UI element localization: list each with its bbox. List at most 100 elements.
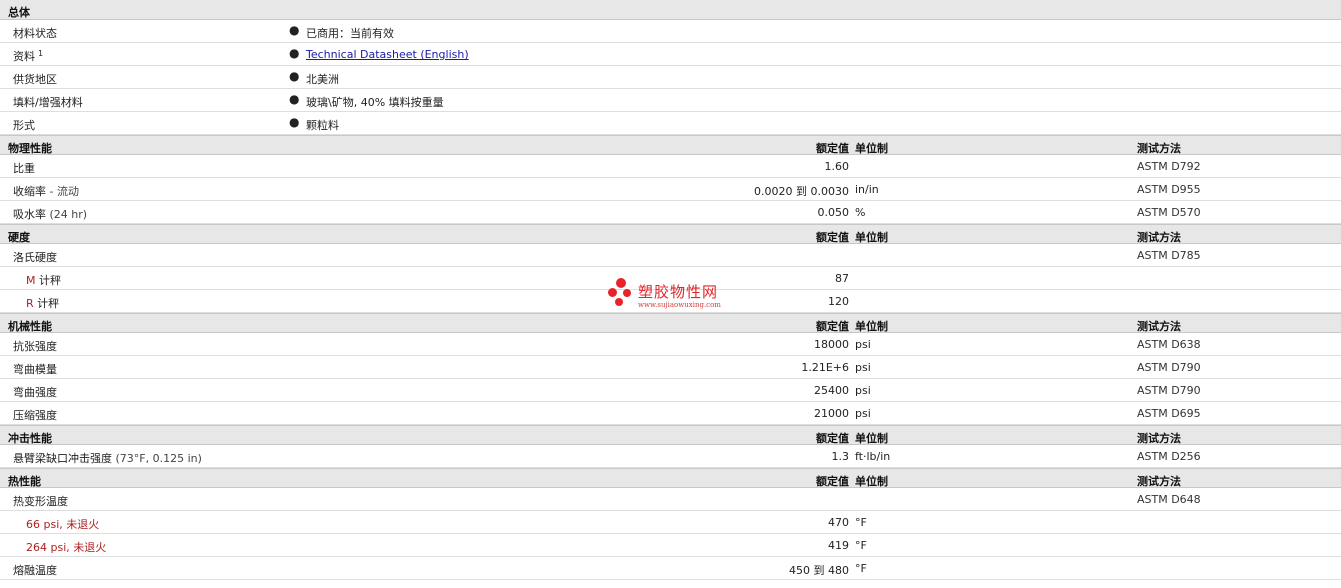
- section-header-mechanical: 机械性能 额定值 单位制 测试方法: [0, 313, 1341, 333]
- property-label: 悬臂梁缺口冲击强度 (73°F, 0.125 in): [13, 452, 202, 465]
- property-sublabel: R 计秤: [26, 297, 60, 310]
- property-label: 洛氏硬度: [13, 251, 57, 264]
- section-header-hardness: 硬度 额定值 单位制 测试方法: [0, 224, 1341, 244]
- section-title: 热性能: [8, 475, 41, 488]
- test-method: ASTM D570: [1137, 206, 1201, 219]
- property-label: 抗张强度: [13, 340, 57, 353]
- property-label: 资料 1: [13, 49, 44, 63]
- table-row: 264 psi, 未退火 419 °F: [0, 534, 1341, 557]
- column-header-test: 测试方法: [1137, 475, 1181, 488]
- property-label: 供货地区: [13, 73, 57, 86]
- property-unit: psi: [855, 384, 871, 397]
- column-header-value: 额定值: [816, 142, 849, 155]
- property-label: 形式: [13, 119, 35, 132]
- property-value: 颗粒料: [306, 119, 339, 132]
- table-row: 悬臂梁缺口冲击强度 (73°F, 0.125 in) 1.3 ft·lb/in …: [0, 445, 1341, 468]
- table-row: 材料状态 ● 已商用：当前有效: [0, 20, 1341, 43]
- section-title: 物理性能: [8, 142, 52, 155]
- property-sublabel: 264 psi, 未退火: [26, 541, 107, 554]
- column-header-unit: 单位制: [855, 432, 888, 445]
- table-row: 弯曲模量 1.21E+6 psi ASTM D790: [0, 356, 1341, 379]
- column-header-test: 测试方法: [1137, 320, 1181, 333]
- property-value: 87: [835, 272, 849, 285]
- section-title: 机械性能: [8, 320, 52, 333]
- column-header-unit: 单位制: [855, 142, 888, 155]
- watermark-logo: 塑胶物性网 www.sujiaowuxing.com: [606, 276, 746, 316]
- test-method: ASTM D648: [1137, 493, 1201, 506]
- property-value: 北美洲: [306, 73, 339, 86]
- test-method: ASTM D695: [1137, 407, 1201, 420]
- bullet-icon: ●: [289, 46, 300, 60]
- table-row: 比重 1.60 ASTM D792: [0, 155, 1341, 178]
- property-sublabel: M 计秤: [26, 274, 61, 287]
- property-value: 0.0020 到 0.0030: [754, 185, 849, 198]
- column-header-value: 额定值: [816, 475, 849, 488]
- table-row: 资料 1 ● Technical Datasheet (English): [0, 43, 1341, 66]
- property-label: 热变形温度: [13, 495, 68, 508]
- test-method: ASTM D785: [1137, 249, 1201, 262]
- logo-dot-icon: [623, 289, 631, 297]
- property-value: 1.21E+6: [801, 361, 849, 374]
- section-header-physical: 物理性能 额定值 单位制 测试方法: [0, 135, 1341, 155]
- property-label: 比重: [13, 162, 35, 175]
- test-method: ASTM D256: [1137, 450, 1201, 463]
- column-header-unit: 单位制: [855, 231, 888, 244]
- property-unit: psi: [855, 407, 871, 420]
- table-row: 吸水率 (24 hr) 0.050 % ASTM D570: [0, 201, 1341, 224]
- section-title: 总体: [8, 6, 30, 19]
- property-unit: %: [855, 206, 866, 219]
- test-method: ASTM D638: [1137, 338, 1201, 351]
- table-row: 形式 ● 颗粒料: [0, 112, 1341, 135]
- property-unit: psi: [855, 338, 871, 351]
- table-row: 洛氏硬度 ASTM D785: [0, 244, 1341, 267]
- property-value: 25400: [814, 384, 849, 397]
- property-unit: °F: [855, 562, 867, 575]
- table-row: 供货地区 ● 北美洲: [0, 66, 1341, 89]
- property-unit: in/in: [855, 183, 879, 196]
- table-row: 压缩强度 21000 psi ASTM D695: [0, 402, 1341, 425]
- column-header-test: 测试方法: [1137, 432, 1181, 445]
- table-row: 熔融温度 450 到 480 °F: [0, 557, 1341, 580]
- property-label: 填料/增强材料: [13, 96, 83, 109]
- property-value: 120: [828, 295, 849, 308]
- watermark-name: 塑胶物性网: [638, 283, 719, 301]
- bullet-icon: ●: [289, 69, 300, 83]
- property-value: 1.60: [824, 160, 850, 173]
- test-method: ASTM D790: [1137, 384, 1201, 397]
- property-value: 450 到 480: [789, 564, 849, 577]
- property-unit: psi: [855, 361, 871, 374]
- test-method: ASTM D792: [1137, 160, 1201, 173]
- property-sublabel: 66 psi, 未退火: [26, 518, 100, 531]
- logo-dot-icon: [616, 278, 626, 288]
- property-value: 玻璃\矿物, 40% 填料按重量: [306, 96, 444, 109]
- test-method: ASTM D790: [1137, 361, 1201, 374]
- technical-datasheet-link[interactable]: Technical Datasheet (English): [306, 48, 469, 61]
- watermark-url: www.sujiaowuxing.com: [638, 301, 721, 309]
- property-value: 21000: [814, 407, 849, 420]
- property-label: 收缩率 - 流动: [13, 185, 79, 198]
- column-header-test: 测试方法: [1137, 142, 1181, 155]
- bullet-icon: ●: [289, 115, 300, 129]
- column-header-value: 额定值: [816, 320, 849, 333]
- footnote-marker: 1: [38, 49, 44, 58]
- logo-dot-icon: [608, 288, 617, 297]
- logo-dot-icon: [615, 298, 623, 306]
- table-row: 填料/增强材料 ● 玻璃\矿物, 40% 填料按重量: [0, 89, 1341, 112]
- section-header-thermal: 热性能 额定值 单位制 测试方法: [0, 468, 1341, 488]
- property-unit: ft·lb/in: [855, 450, 891, 463]
- column-header-unit: 单位制: [855, 320, 888, 333]
- section-title: 冲击性能: [8, 432, 52, 445]
- property-label: 压缩强度: [13, 409, 57, 422]
- column-header-value: 额定值: [816, 231, 849, 244]
- section-title: 硬度: [8, 231, 30, 244]
- table-row: 抗张强度 18000 psi ASTM D638: [0, 333, 1341, 356]
- property-value: 已商用：当前有效: [306, 27, 394, 40]
- column-header-unit: 单位制: [855, 475, 888, 488]
- property-value: 419: [828, 539, 849, 552]
- property-label: 弯曲强度: [13, 386, 57, 399]
- property-value: 1.3: [831, 450, 850, 463]
- property-value: Technical Datasheet (English): [306, 48, 469, 61]
- property-value: 0.050: [817, 206, 850, 219]
- property-value: 18000: [814, 338, 849, 351]
- bullet-icon: ●: [289, 92, 300, 106]
